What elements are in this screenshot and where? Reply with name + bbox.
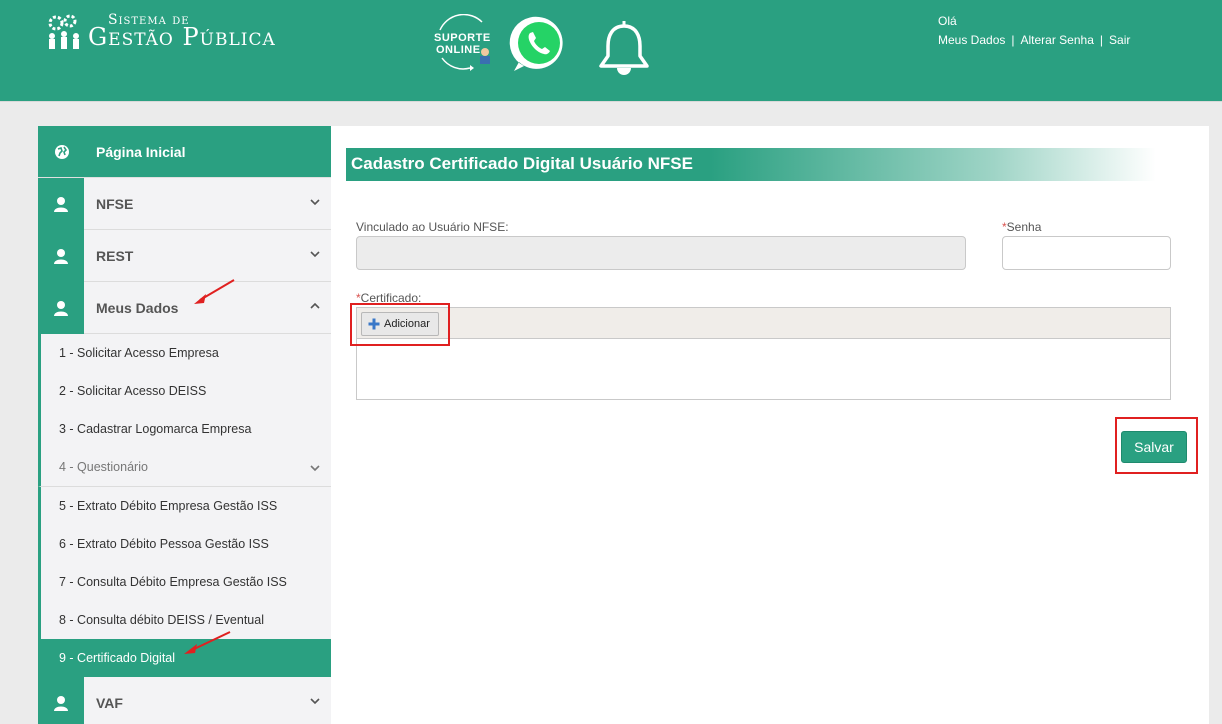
link-separator: |: [1099, 33, 1104, 47]
page-title: Cadastro Certificado Digital Usuário NFS…: [351, 154, 693, 173]
user-icon: [54, 248, 68, 264]
sidebar-subitem-questionario[interactable]: 4 - Questionário: [38, 448, 331, 487]
support-online-link[interactable]: SUPORTE ONLINE: [432, 14, 496, 72]
sidebar-subitem-solicitar-acesso-deiss[interactable]: 2 - Solicitar Acesso DEISS: [38, 372, 331, 410]
senha-field[interactable]: [1002, 236, 1171, 270]
sidebar-item-label: Meus Dados: [96, 299, 179, 316]
page-title-bar: Cadastro Certificado Digital Usuário NFS…: [346, 148, 1156, 181]
sidebar-subitem-consulta-debito-empresa[interactable]: 7 - Consulta Débito Empresa Gestão ISS: [38, 563, 331, 601]
sidebar-item-vaf[interactable]: VAF: [38, 676, 331, 724]
chevron-up-icon: [310, 302, 320, 309]
sidebar-item-rest[interactable]: REST: [38, 229, 331, 282]
senha-label: *Senha: [1002, 220, 1041, 234]
sidebar-subitem-solicitar-acesso-empresa[interactable]: 1 - Solicitar Acesso Empresa: [38, 334, 331, 372]
chevron-down-icon: [310, 251, 320, 258]
vinculado-label: Vinculado ao Usuário NFSE:: [356, 220, 509, 234]
user-icon: [54, 695, 68, 711]
greeting-text: Olá: [938, 14, 957, 28]
logo-line2: Gestão Pública: [88, 23, 276, 51]
vinculado-field: [356, 236, 966, 270]
main-panel: Cadastro Certificado Digital Usuário NFS…: [331, 126, 1209, 724]
annotation-arrow: [184, 631, 231, 654]
sidebar-item-label: NFSE: [96, 195, 134, 212]
highlight-box: [350, 303, 450, 346]
top-header: Sistema de Gestão Pública SUPORTE ONLINE…: [0, 0, 1222, 102]
sidebar-item-nfse[interactable]: NFSE: [38, 177, 331, 230]
sidebar-subitem-extrato-debito-empresa[interactable]: 5 - Extrato Débito Empresa Gestão ISS: [38, 487, 331, 525]
user-icon: [54, 300, 68, 316]
whatsapp-icon[interactable]: [509, 14, 569, 74]
sidebar-item-label: Página Inicial: [96, 143, 186, 160]
sidebar-item-meus-dados[interactable]: Meus Dados: [38, 281, 331, 334]
meus-dados-link[interactable]: Meus Dados: [938, 33, 1005, 47]
sidebar-subitem-label: 4 - Questionário: [59, 460, 148, 474]
user-icon: [54, 196, 68, 212]
sidebar-item-home[interactable]: Página Inicial: [38, 126, 331, 178]
sidebar-item-label: VAF: [96, 694, 123, 711]
highlight-box: [1115, 417, 1198, 474]
upload-file-list[interactable]: [357, 339, 1170, 400]
senha-label-text: Senha: [1006, 220, 1042, 234]
sidebar-subitem-extrato-debito-pessoa[interactable]: 6 - Extrato Débito Pessoa Gestão ISS: [38, 525, 331, 563]
gears-people-icon: [48, 14, 79, 49]
support-headset-icon: [439, 14, 490, 71]
user-area: Olá Meus Dados | Alterar Senha | Sair: [938, 14, 1130, 47]
certificado-upload: Adicionar: [356, 307, 1171, 400]
sair-link[interactable]: Sair: [1109, 33, 1130, 47]
chevron-down-icon: [310, 199, 320, 206]
sidebar-item-label: REST: [96, 247, 134, 264]
link-separator: |: [1011, 33, 1015, 47]
notification-bell-icon[interactable]: [596, 18, 652, 76]
chevron-down-icon: [310, 465, 320, 472]
upload-toolbar: Adicionar: [357, 308, 1170, 339]
chevron-down-icon: [310, 698, 320, 705]
globe-icon: [55, 144, 69, 159]
sidebar-subitem-cadastrar-logomarca[interactable]: 3 - Cadastrar Logomarca Empresa: [38, 410, 331, 448]
alterar-senha-link[interactable]: Alterar Senha: [1021, 33, 1094, 47]
annotation-arrow: [194, 279, 235, 304]
